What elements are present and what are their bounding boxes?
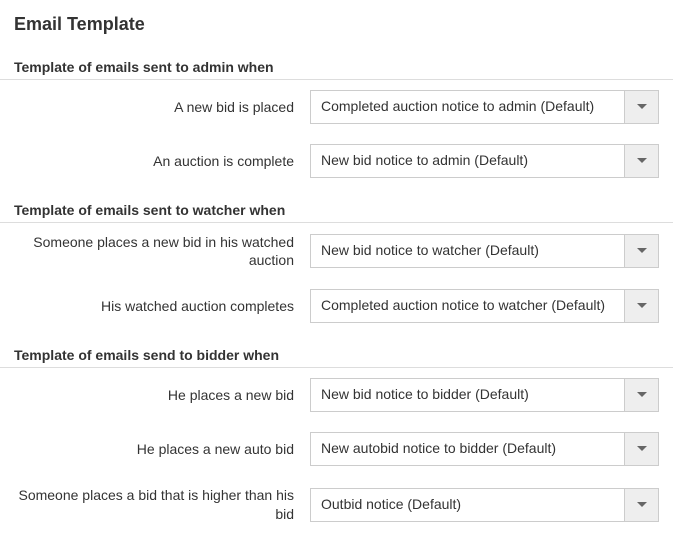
select-value: Completed auction notice to watcher (Def… xyxy=(311,290,624,322)
label-bidder-new-bid: He places a new bid xyxy=(14,386,294,404)
label-watcher-new-bid: Someone places a new bid in his watched … xyxy=(14,233,294,269)
select-watcher-new-bid[interactable]: New bid notice to watcher (Default) xyxy=(310,234,659,268)
chevron-down-icon[interactable] xyxy=(624,379,658,411)
select-bidder-auto-bid[interactable]: New autobid notice to bidder (Default) xyxy=(310,432,659,466)
field-row-admin-new-bid: A new bid is placed Completed auction no… xyxy=(0,80,673,134)
label-watcher-complete: His watched auction completes xyxy=(14,297,294,315)
label-bidder-auto-bid: He places a new auto bid xyxy=(14,440,294,458)
select-value: Outbid notice (Default) xyxy=(311,489,624,521)
field-row-watcher-complete: His watched auction completes Completed … xyxy=(0,279,673,333)
label-admin-complete: An auction is complete xyxy=(14,152,294,170)
field-row-bidder-new-bid: He places a new bid New bid notice to bi… xyxy=(0,368,673,422)
page-title: Email Template xyxy=(0,0,673,43)
select-value: New bid notice to bidder (Default) xyxy=(311,379,624,411)
section-header-watcher: Template of emails sent to watcher when xyxy=(0,194,673,223)
select-admin-new-bid[interactable]: Completed auction notice to admin (Defau… xyxy=(310,90,659,124)
section-header-admin: Template of emails sent to admin when xyxy=(0,51,673,80)
field-row-bidder-auto-bid: He places a new auto bid New autobid not… xyxy=(0,422,673,476)
field-row-bidder-outbid: Someone places a bid that is higher than… xyxy=(0,476,673,532)
chevron-down-icon[interactable] xyxy=(624,91,658,123)
select-value: New bid notice to watcher (Default) xyxy=(311,235,624,267)
select-admin-complete[interactable]: New bid notice to admin (Default) xyxy=(310,144,659,178)
chevron-down-icon[interactable] xyxy=(624,489,658,521)
field-row-watcher-new-bid: Someone places a new bid in his watched … xyxy=(0,223,673,279)
chevron-down-icon[interactable] xyxy=(624,145,658,177)
select-value: New bid notice to admin (Default) xyxy=(311,145,624,177)
chevron-down-icon[interactable] xyxy=(624,235,658,267)
section-header-bidder: Template of emails send to bidder when xyxy=(0,339,673,368)
select-bidder-new-bid[interactable]: New bid notice to bidder (Default) xyxy=(310,378,659,412)
field-row-admin-complete: An auction is complete New bid notice to… xyxy=(0,134,673,188)
select-value: New autobid notice to bidder (Default) xyxy=(311,433,624,465)
label-admin-new-bid: A new bid is placed xyxy=(14,98,294,116)
select-value: Completed auction notice to admin (Defau… xyxy=(311,91,624,123)
select-bidder-outbid[interactable]: Outbid notice (Default) xyxy=(310,488,659,522)
chevron-down-icon[interactable] xyxy=(624,290,658,322)
select-watcher-complete[interactable]: Completed auction notice to watcher (Def… xyxy=(310,289,659,323)
chevron-down-icon[interactable] xyxy=(624,433,658,465)
label-bidder-outbid: Someone places a bid that is higher than… xyxy=(14,486,294,522)
